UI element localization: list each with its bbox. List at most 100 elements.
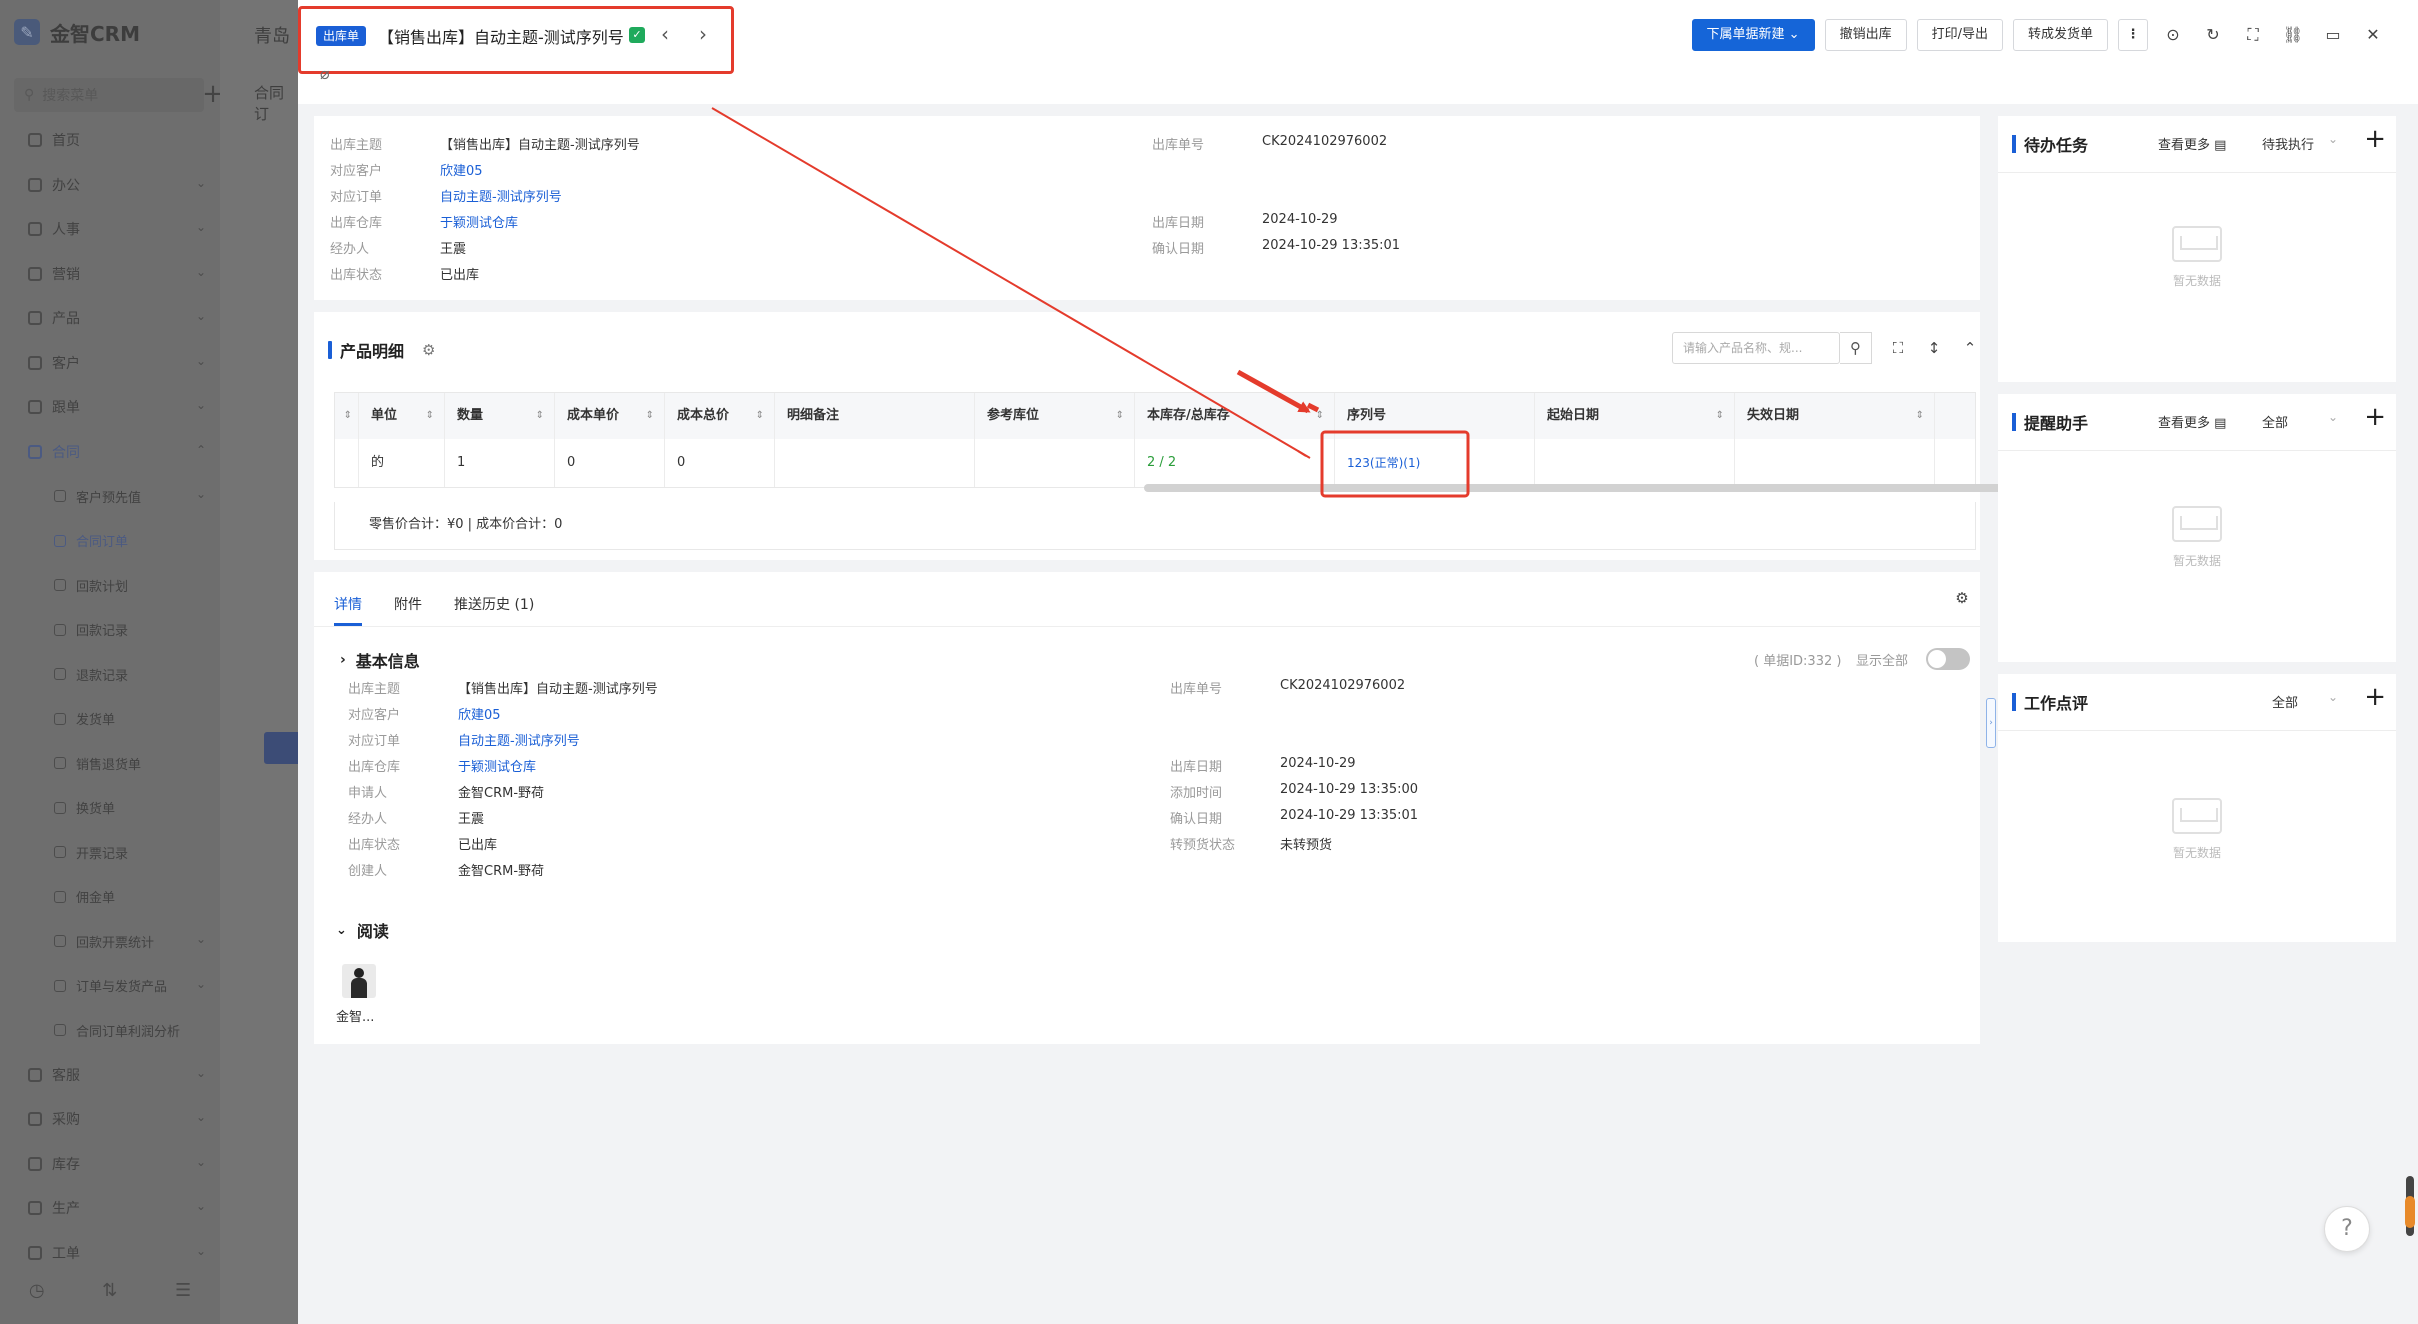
close-icon[interactable]: ✕ [2358,19,2388,51]
sort-icon[interactable]: ⇕ [1916,393,1924,439]
table-row[interactable]: 的 1 0 0 2 / 2 123(正常)(1) [335,439,1975,487]
add-todo-button[interactable]: + [2364,124,2386,154]
sidebar-item-contract-order[interactable]: 合同订单 [0,519,220,564]
chevron-down-icon[interactable]: ⌄ [2328,132,2338,146]
sidebar-item-workorder[interactable]: 工单 ⌄ [0,1231,220,1276]
order-link[interactable]: 自动主题-测试序列号 [440,186,562,205]
customer-link[interactable]: 欣建05 [440,160,483,179]
sidebar-item-purchase[interactable]: 采购 ⌄ [0,1097,220,1142]
review-filter-select[interactable]: 全部 [2272,692,2298,711]
play-icon[interactable]: ⊙ [2158,19,2188,51]
sidebar-item-product[interactable]: 产品 ⌄ [0,296,220,341]
refresh-icon[interactable]: ↻ [2198,19,2228,51]
product-search-input[interactable]: 请输入产品名称、规... [1672,332,1840,364]
sidebar-item-profit-analysis[interactable]: 合同订单利润分析 [0,1008,220,1053]
gear-icon[interactable]: ⚙ [1950,586,1974,610]
sidebar-item-order-products[interactable]: 订单与发货产品 ⌄ [0,964,220,1009]
sidebar-item-service[interactable]: 客服 ⌄ [0,1053,220,1098]
add-review-button[interactable]: + [2364,682,2386,712]
column-header[interactable]: 本库存/总库存 ⇕ [1135,393,1335,439]
side-panel-toggle[interactable]: › [1986,698,1996,748]
menu-search-input[interactable]: ⚲ 搜索菜单 [14,78,204,112]
revoke-outbound-button[interactable]: 撤销出库 [1824,19,1907,51]
collapse-icon[interactable]: ☰ [175,1280,191,1301]
warehouse-link[interactable]: 于颖测试仓库 [440,212,518,231]
tab-attachments[interactable]: 附件 [394,590,422,626]
sidebar-item-payment-record[interactable]: 回款记录 [0,608,220,653]
sidebar-item-refund-record[interactable]: 退款记录 [0,652,220,697]
sidebar-item-contract[interactable]: 合同 ⌃ [0,430,220,475]
sidebar-item-office[interactable]: 办公 ⌄ [0,163,220,208]
sidebar-item-commission[interactable]: 佣金单 [0,875,220,920]
search-icon[interactable]: ⚲ [1840,332,1872,364]
column-header[interactable]: 成本单价 ⇕ [555,393,665,439]
sidebar-item-delivery[interactable]: 发货单 [0,697,220,742]
sort-icon[interactable]: ⇕ [1116,393,1124,439]
history-icon[interactable]: ◷ [29,1280,45,1301]
tab-detail[interactable]: 详情 [334,590,362,626]
app-logo[interactable]: ✎ 金智CRM [14,18,140,46]
todo-filter-select[interactable]: 待我执行 [2262,134,2314,153]
column-header[interactable]: 参考库位 ⇕ [975,393,1135,439]
sidebar-item-invoice[interactable]: 开票记录 [0,830,220,875]
layout-icon[interactable]: ▭ [2318,19,2348,51]
collapse-up-icon[interactable]: ⌃ [1958,336,1982,360]
column-header[interactable]: 起始日期 ⇕ [1535,393,1735,439]
expand-icon[interactable]: ⛶ [1886,336,1910,360]
column-header[interactable]: 成本总价 ⇕ [665,393,775,439]
read-section-header[interactable]: ⌄ 阅读 [336,918,389,942]
sidebar-item-sales-return[interactable]: 销售退货单 [0,741,220,786]
sort-icon[interactable]: ⇕ [536,393,544,439]
sidebar-item-home[interactable]: 首页 [0,118,220,163]
new-sub-document-button[interactable]: 下属单据新建 ⌄ [1691,19,1815,51]
row-height-icon[interactable]: ↕ [1922,336,1946,360]
sort-icon[interactable]: ⇕ [344,393,352,439]
column-header[interactable]: 单位 ⇕ [359,393,445,439]
column-header[interactable]: 失效日期 ⇕ [1735,393,1935,439]
basic-info-header[interactable]: › 基本信息 [340,648,420,672]
sidebar-item-exchange[interactable]: 换货单 [0,786,220,831]
sort-icon[interactable]: ⇕ [646,393,654,439]
link-icon[interactable]: ⛓ [2278,19,2308,51]
help-icon[interactable]: ? [2324,1206,2370,1252]
chevron-down-icon[interactable]: ⌄ [2328,690,2338,704]
column-header[interactable]: 序列号 [1335,393,1535,439]
tab-push-history[interactable]: 推送历史 (1) [454,590,534,626]
sidebar-item-prepay[interactable]: 客户预先值 ⌄ [0,474,220,519]
chevron-down-icon[interactable]: ⌄ [2328,410,2338,424]
sort-icon[interactable]: ⇕ [756,393,764,439]
column-header[interactable]: ⇕ [335,393,359,439]
sidebar-item-payment-stats[interactable]: 回款开票统计 ⌄ [0,919,220,964]
prev-record-icon[interactable]: ‹ [654,20,676,48]
warehouse-link[interactable]: 于颖测试仓库 [458,756,536,775]
sidebar-item-production[interactable]: 生产 ⌄ [0,1186,220,1231]
show-all-toggle[interactable] [1926,648,1970,670]
order-link[interactable]: 自动主题-测试序列号 [458,730,580,749]
customer-link[interactable]: 欣建05 [458,704,501,723]
sidebar-item-inventory[interactable]: 库存 ⌄ [0,1142,220,1187]
reminder-filter-select[interactable]: 全部 [2262,412,2288,431]
reminder-view-more-link[interactable]: 查看更多 ▤ [2158,412,2226,431]
avatar[interactable] [342,964,376,998]
sidebar-item-hr[interactable]: 人事 ⌄ [0,207,220,252]
sidebar-item-marketing[interactable]: 营销 ⌄ [0,252,220,297]
print-export-button[interactable]: 打印/导出 [1916,19,2003,51]
column-header[interactable]: 明细备注 [775,393,975,439]
column-header[interactable]: 数量 ⇕ [445,393,555,439]
sidebar-item-customer[interactable]: 客户 ⌄ [0,341,220,386]
sort-icon[interactable]: ⇕ [1316,393,1324,439]
sort-icon[interactable]: ⇕ [1716,393,1724,439]
convert-delivery-button[interactable]: 转成发货单 [2012,19,2108,51]
sidebar-item-payment-plan[interactable]: 回款计划 [0,563,220,608]
todo-view-more-link[interactable]: 查看更多 ▤ [2158,134,2226,153]
settings-icon[interactable]: ⇅ [102,1280,117,1301]
sort-icon[interactable]: ⇕ [426,393,434,439]
more-actions-button[interactable]: ⋮ [2118,19,2148,51]
serial-number-link[interactable]: 123(正常)(1) [1335,439,1535,487]
add-reminder-button[interactable]: + [2364,402,2386,432]
gear-icon[interactable]: ⚙ [422,341,435,359]
sidebar-item-follow[interactable]: 跟单 ⌄ [0,385,220,430]
fullscreen-icon[interactable]: ⛶ [2238,19,2268,51]
next-record-icon[interactable]: › [692,20,714,48]
attach-icon[interactable]: ⌀ [320,64,330,83]
